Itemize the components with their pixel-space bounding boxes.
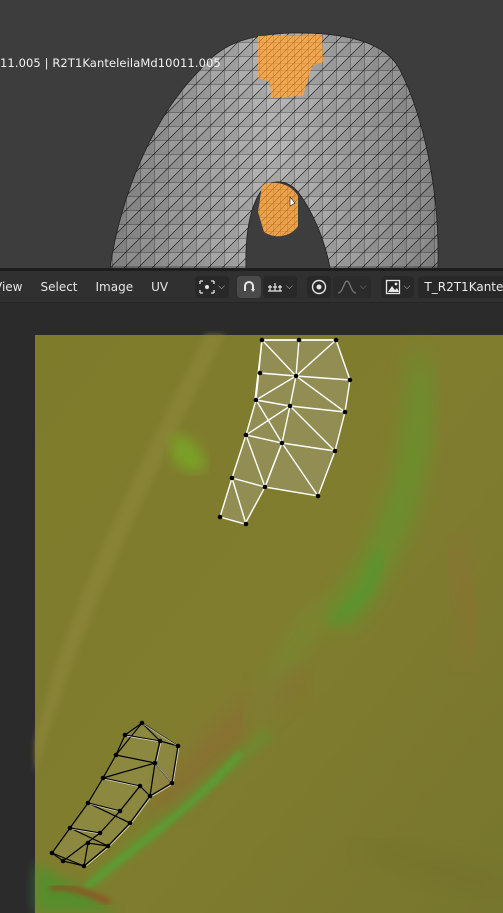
menu-uv[interactable]: UV: [142, 280, 177, 294]
snap-magnet-icon: [243, 280, 255, 292]
uv-editor-header: View Select Image UV ⌵ ⌵ ⌵: [0, 271, 503, 303]
image-browse-icon: [385, 279, 400, 294]
3d-viewport[interactable]: 11.005 | R2T1KanteleilaMd10011.005: [0, 0, 503, 268]
chevron-down-icon: ⌵: [359, 281, 367, 292]
image-name-field[interactable]: T_R2T1KanteleilaM: [418, 275, 503, 298]
mesh-object[interactable]: [0, 0, 503, 268]
proportional-editing-icon: [311, 279, 326, 294]
proportional-editing-toggle[interactable]: [306, 275, 331, 298]
chevron-down-icon: ⌵: [285, 281, 293, 292]
chevron-down-icon: ⌵: [403, 281, 411, 292]
falloff-dropdown[interactable]: ⌵: [332, 275, 371, 298]
snap-increment-dropdown[interactable]: ⌵: [262, 275, 297, 298]
pivot-point-dropdown[interactable]: ⌵: [195, 275, 229, 298]
menu-select[interactable]: Select: [31, 280, 86, 294]
pivot-point-icon: [199, 279, 215, 294]
falloff-curve-icon: [337, 279, 356, 294]
snap-increment-icon: [267, 282, 282, 292]
object-name-label: 11.005 | R2T1KanteleilaMd10011.005: [0, 56, 221, 70]
chevron-down-icon: ⌵: [218, 281, 225, 292]
menu-view[interactable]: View: [0, 280, 31, 294]
menu-image[interactable]: Image: [87, 280, 143, 294]
snap-toggle[interactable]: [236, 275, 261, 298]
uv-editor-canvas[interactable]: [0, 303, 503, 913]
image-browse-dropdown[interactable]: ⌵: [380, 275, 415, 298]
uv-texture-view[interactable]: [0, 303, 503, 913]
